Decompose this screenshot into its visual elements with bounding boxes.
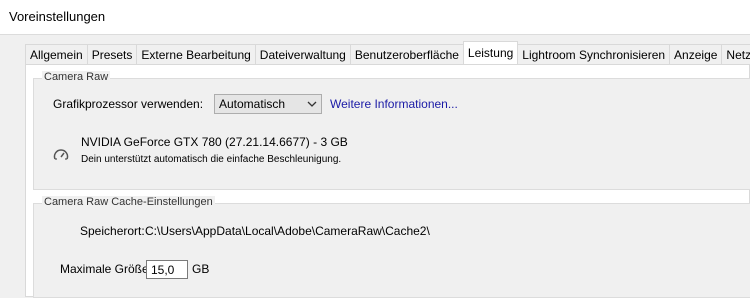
tab-externe-bearbeitung[interactable]: Externe Bearbeitung: [136, 44, 256, 64]
tab-presets[interactable]: Presets: [86, 44, 138, 64]
tab-benutzeroberflaeche[interactable]: Benutzeroberfläche: [349, 44, 464, 64]
gauge-icon: [53, 149, 69, 160]
chevron-down-icon: [307, 101, 317, 107]
more-info-link[interactable]: Weitere Informationen...: [330, 97, 458, 111]
gpu-select-value: Automatisch: [219, 97, 286, 111]
tab-allgemein[interactable]: Allgemein: [25, 44, 88, 64]
tab-anzeige[interactable]: Anzeige: [669, 44, 723, 64]
tab-netzwerk[interactable]: Netzwerk: [721, 44, 750, 64]
gpu-label: Grafikprozessor verwenden:: [53, 97, 204, 111]
max-size-label: Maximale Größe:: [60, 262, 153, 276]
camera-raw-group: Camera Raw Grafikprozessor verwenden: Au…: [33, 71, 750, 190]
gpu-status: Dein unterstützt automatisch die einfach…: [81, 154, 342, 165]
location-path: C:\Users\AppData\Local\Adobe\CameraRaw\C…: [145, 224, 430, 238]
max-size-unit: GB: [192, 262, 210, 276]
max-size-value: 15,0: [151, 263, 175, 277]
cache-group: Camera Raw Cache-Einstellungen Speichero…: [33, 196, 750, 298]
tab-dateiverwaltung[interactable]: Dateiverwaltung: [254, 44, 351, 64]
tab-leistung[interactable]: Leistung: [462, 41, 519, 64]
location-label: Speicherort:: [80, 224, 145, 238]
cache-group-title: Camera Raw Cache-Einstellungen: [42, 196, 215, 208]
leistung-panel: Camera Raw Grafikprozessor verwenden: Au…: [25, 64, 750, 298]
window-title: Voreinstellungen: [9, 9, 106, 24]
camera-raw-group-title: Camera Raw: [42, 71, 111, 83]
tab-bar: Allgemein Presets Externe Bearbeitung Da…: [25, 41, 750, 64]
gpu-name: NVIDIA GeForce GTX 780 (27.21.14.6677) -…: [81, 135, 348, 149]
tab-lightroom-synchronisieren[interactable]: Lightroom Synchronisieren: [517, 44, 671, 64]
title-bar: Voreinstellungen: [0, 0, 750, 35]
gpu-select[interactable]: Automatisch: [214, 94, 322, 114]
max-size-field[interactable]: 15,0: [146, 260, 188, 279]
